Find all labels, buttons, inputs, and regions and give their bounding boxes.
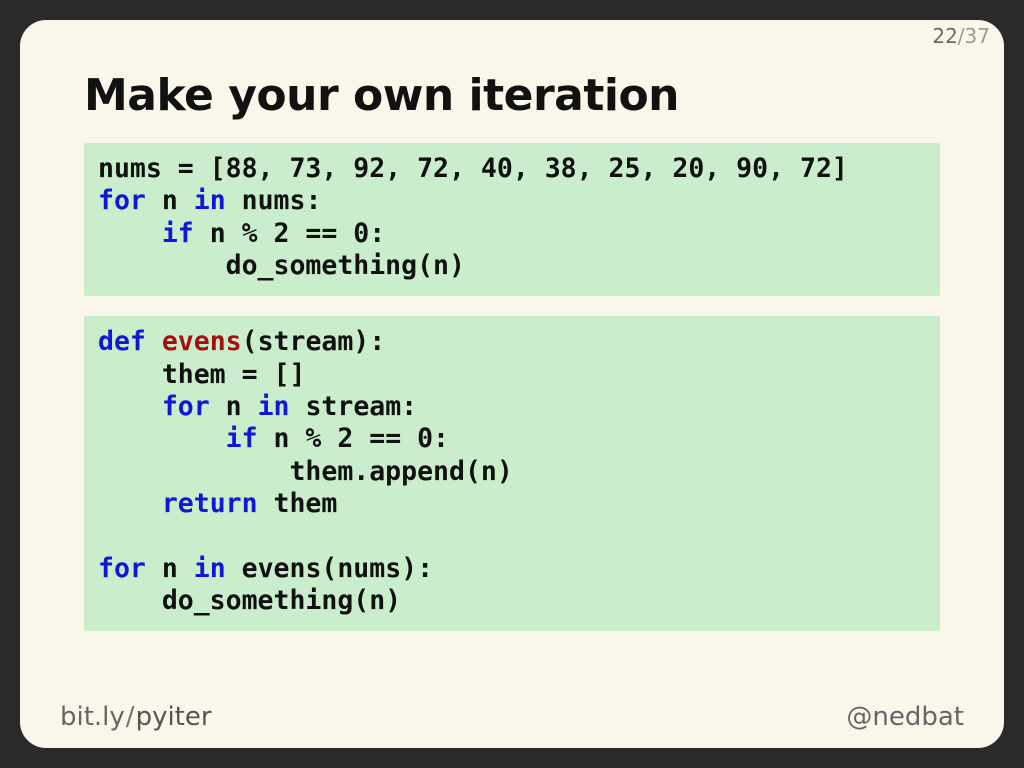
- slide-footer: bit.ly/pyiter @nedbat: [60, 702, 964, 732]
- code-block-2: def evens(stream): them = [] for n in st…: [84, 316, 940, 631]
- slide-counter: 22/37: [932, 24, 990, 48]
- footer-handle[interactable]: @nedbat: [846, 702, 964, 732]
- footer-link[interactable]: bit.ly/pyiter: [60, 702, 212, 732]
- slide-total: 37: [965, 24, 990, 48]
- code-block-1: nums = [88, 73, 92, 72, 40, 38, 25, 20, …: [84, 143, 940, 296]
- slide-card: 22/37 Make your own iteration nums = [88…: [20, 20, 1004, 748]
- footer-path: pyiter: [136, 702, 212, 732]
- footer-slash: /: [125, 702, 136, 732]
- stage: 22/37 Make your own iteration nums = [88…: [0, 0, 1024, 768]
- counter-sep: /: [958, 24, 965, 48]
- slide-title: Make your own iteration: [84, 70, 940, 121]
- slide-current: 22: [932, 24, 957, 48]
- footer-host: bit.ly: [60, 702, 125, 732]
- slide-body: Make your own iteration nums = [88, 73, …: [84, 70, 940, 688]
